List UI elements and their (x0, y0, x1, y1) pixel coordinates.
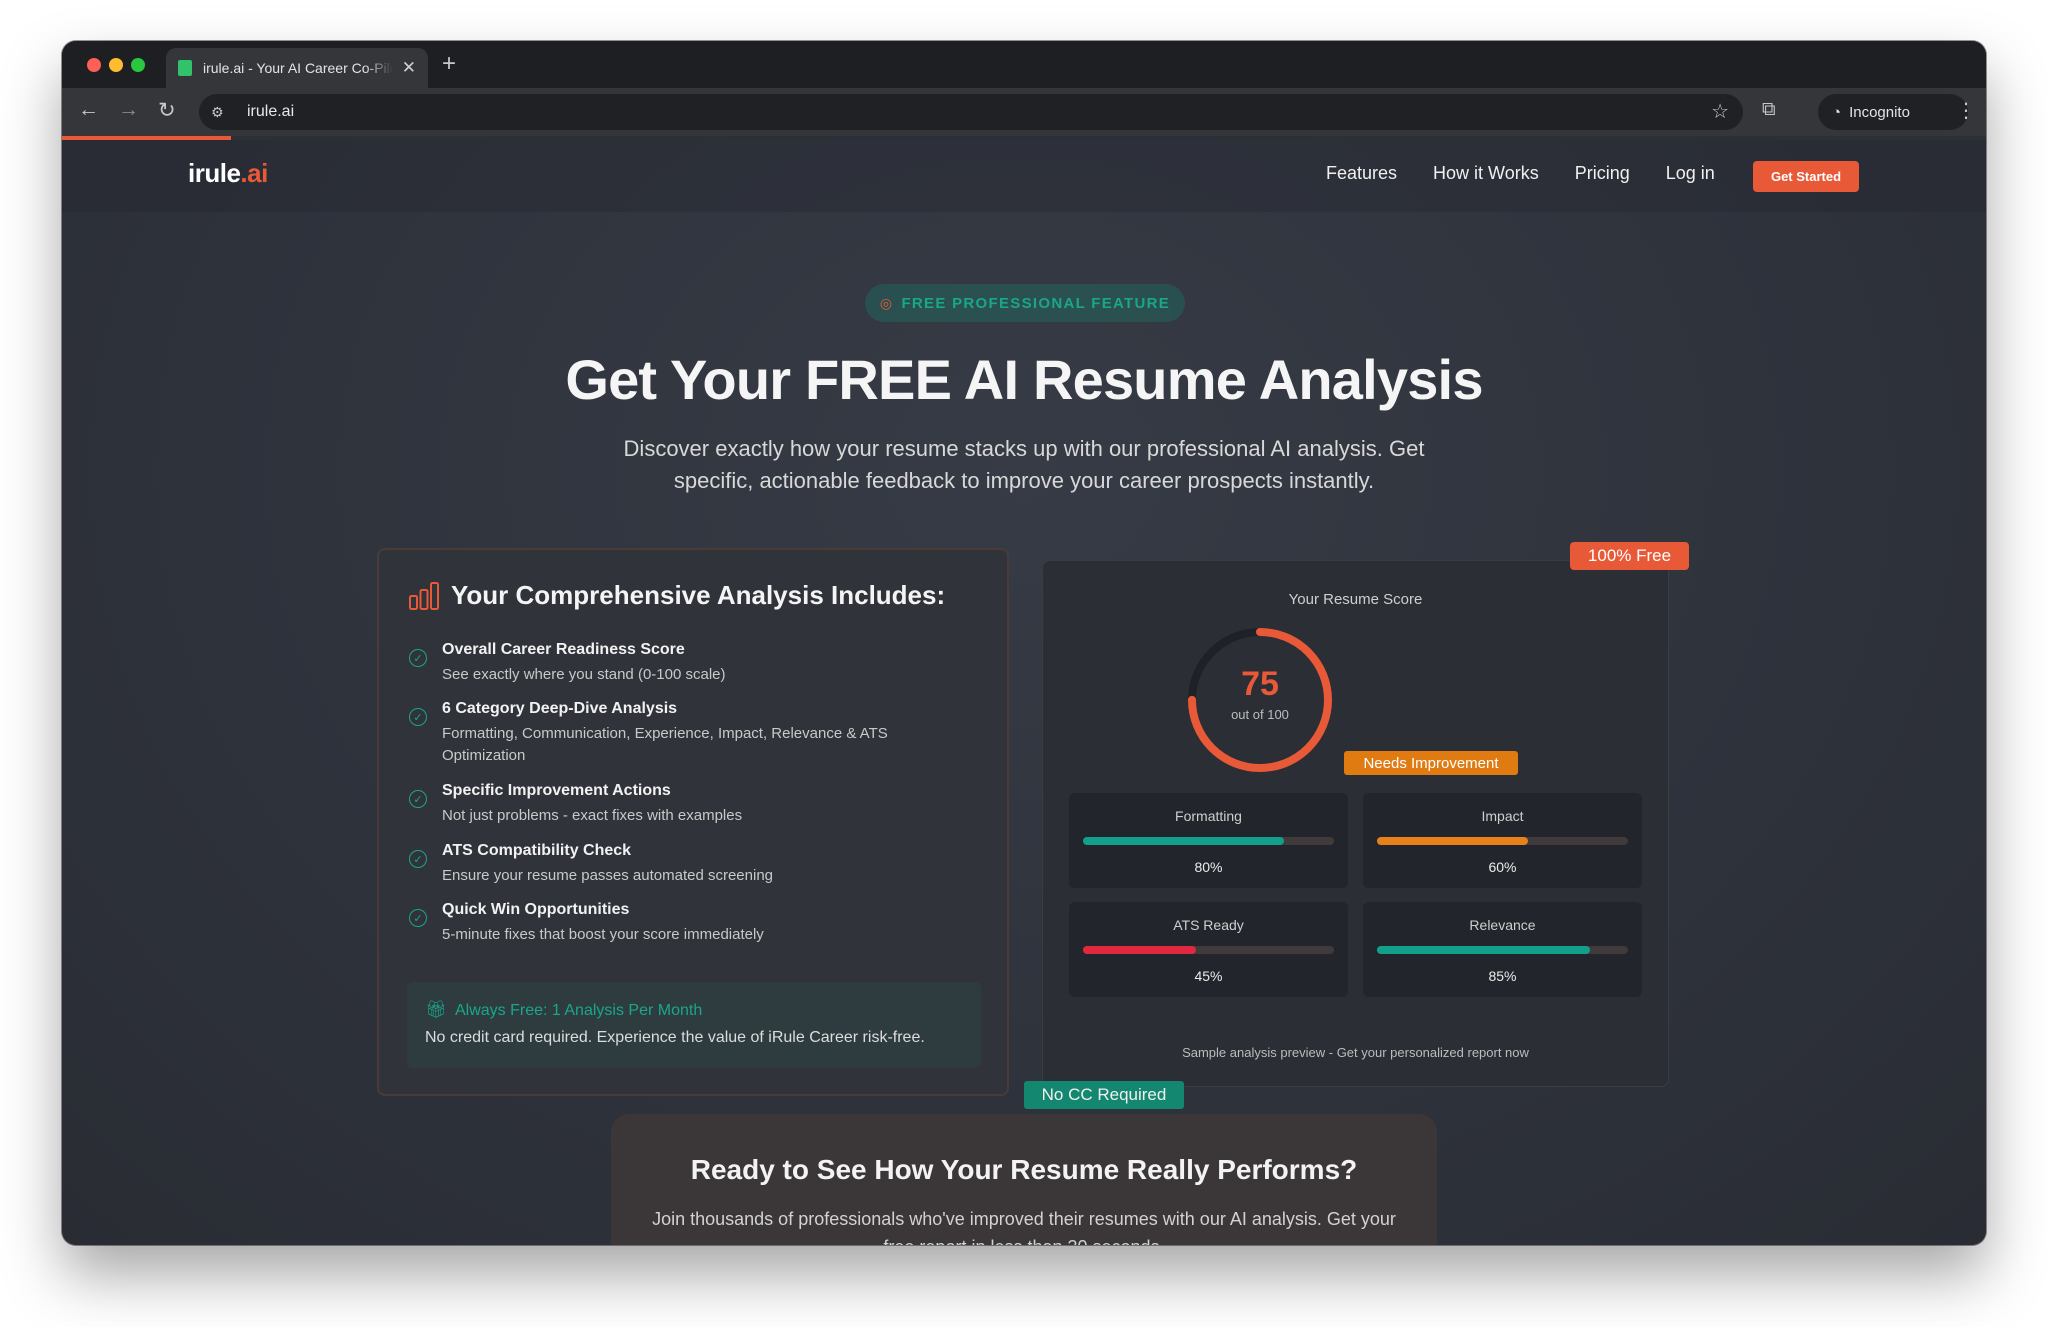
feature-title: 6 Category Deep-Dive Analysis (442, 700, 678, 717)
logo-main: irule (188, 158, 241, 188)
nav-link-how-it-works[interactable]: How it Works (1433, 163, 1539, 184)
score-label: Your Resume Score (1288, 591, 1423, 608)
incognito-label: Incognito (1849, 103, 1910, 121)
metric-fill (1377, 837, 1528, 845)
metric-fill (1083, 837, 1284, 845)
free-desc: No credit card required. Experience the … (425, 1029, 925, 1046)
bar-chart-icon (409, 581, 439, 610)
tab-strip: irule.ai - Your AI Career Co-Pilot ✕ + (62, 41, 1986, 88)
close-window-button[interactable] (87, 58, 101, 72)
metric-label: ATS Ready (1173, 917, 1244, 933)
card-header: Your Comprehensive Analysis Includes: (409, 580, 945, 611)
cast-icon[interactable]: ⧉ (1762, 99, 1776, 121)
feature-desc: Ensure your resume passes automated scre… (442, 867, 774, 884)
check-circle-icon: ✓ (409, 909, 427, 927)
close-icon[interactable]: ✕ (402, 58, 416, 78)
metric-track (1377, 946, 1628, 954)
hero-subtitle: Discover exactly how your resume stacks … (623, 436, 1425, 493)
free-tag: 100% Free (1570, 542, 1689, 570)
browser-toolbar: ← → ↻ ⚙ irule.ai ☆ ⧉ ◔ Incognito ⋮ (62, 88, 1986, 136)
status-badge: Needs Improvement (1344, 751, 1518, 775)
metric-track (1377, 837, 1628, 845)
badge-label: FREE PROFESSIONAL FEATURE (901, 294, 1171, 312)
browser-tab[interactable]: irule.ai - Your AI Career Co-Pilot ✕ (166, 48, 428, 88)
get-started-button[interactable]: Get Started (1753, 161, 1859, 192)
browser-window: irule.ai - Your AI Career Co-Pilot ✕ + ←… (62, 41, 1986, 1245)
url-text[interactable]: irule.ai (247, 103, 294, 121)
metric-fill (1083, 946, 1196, 954)
metric-card-formatting: Formatting 80% (1069, 793, 1348, 888)
score-preview-card: Your Resume Score 75 out of 100 Needs Im… (1042, 560, 1669, 1087)
address-bar[interactable]: ⚙ irule.ai ☆ (199, 94, 1743, 130)
feature-title: Overall Career Readiness Score (442, 641, 685, 658)
sample-note: Sample analysis preview - Get your perso… (1182, 1045, 1529, 1060)
favicon-icon (178, 60, 192, 76)
metric-label: Impact (1481, 808, 1524, 824)
check-circle-icon: ✓ (409, 790, 427, 808)
score-out-of: out of 100 (1231, 707, 1289, 722)
feature-desc: 5-minute fixes that boost your score imm… (442, 926, 764, 943)
metric-track (1083, 837, 1334, 845)
score-value: 75 (1241, 665, 1279, 703)
cta-desc: Join thousands of professionals who've i… (652, 1209, 1396, 1245)
incognito-indicator[interactable]: ◔ Incognito (1818, 94, 1968, 130)
gift-icon: 🎁︎ (425, 1000, 447, 1019)
metric-track (1083, 946, 1334, 954)
free-title: Always Free: 1 Analysis Per Month (455, 1002, 703, 1019)
metric-value: 60% (1488, 859, 1517, 875)
analysis-includes-card: Your Comprehensive Analysis Includes: ✓ … (377, 548, 1009, 1096)
metric-value: 85% (1488, 968, 1517, 984)
feature-badge: ◎ FREE PROFESSIONAL FEATURE (865, 284, 1185, 322)
feature-desc: Formatting, Communication, Experience, I… (442, 725, 888, 764)
page-title: Get Your FREE AI Resume Analysis (565, 348, 1483, 411)
feature-desc: See exactly where you stand (0-100 scale… (442, 666, 726, 683)
nav-links: Features How it Works Pricing Log in (1326, 163, 1715, 184)
feature-title: Specific Improvement Actions (442, 782, 671, 799)
reload-icon[interactable]: ↻ (158, 98, 176, 123)
site-header: irule.ai Features How it Works Pricing L… (62, 140, 1986, 212)
check-circle-icon: ✓ (409, 850, 427, 868)
check-circle-icon: ✓ (409, 649, 427, 667)
feature-title: ATS Compatibility Check (442, 842, 632, 859)
minimize-window-button[interactable] (109, 58, 123, 72)
check-circle-icon: ✓ (409, 708, 427, 726)
nav-link-pricing[interactable]: Pricing (1575, 163, 1630, 184)
web-page: irule.ai Features How it Works Pricing L… (62, 140, 1986, 1245)
target-icon: ◎ (879, 294, 894, 311)
maximize-window-button[interactable] (131, 58, 145, 72)
logo-accent: .ai (240, 158, 268, 188)
card-title: Your Comprehensive Analysis Includes: (451, 580, 946, 610)
nav-link-login[interactable]: Log in (1666, 163, 1715, 184)
cta-title: Ready to See How Your Resume Really Perf… (690, 1154, 1358, 1185)
incognito-icon: ◔ (1832, 103, 1842, 121)
more-icon[interactable]: ⋮ (1956, 98, 1976, 123)
feature-desc: Not just problems - exact fixes with exa… (442, 807, 743, 824)
back-icon[interactable]: ← (78, 98, 99, 122)
nav-link-features[interactable]: Features (1326, 163, 1397, 184)
star-icon[interactable]: ☆ (1711, 99, 1729, 124)
metric-card-relevance: Relevance 85% (1363, 902, 1642, 997)
metric-card-ats-ready: ATS Ready 45% (1069, 902, 1348, 997)
feature-title: Quick Win Opportunities (442, 901, 630, 918)
cta-section: Ready to See How Your Resume Really Perf… (611, 1114, 1437, 1245)
tab-title: irule.ai - Your AI Career Co-Pilot (203, 60, 393, 76)
site-info-icon[interactable]: ⚙ (211, 104, 233, 121)
metric-label: Relevance (1469, 917, 1536, 933)
metric-label: Formatting (1175, 808, 1242, 824)
metric-card-impact: Impact 60% (1363, 793, 1642, 888)
metric-value: 80% (1194, 859, 1223, 875)
always-free-callout: 🎁︎ Always Free: 1 Analysis Per Month No … (407, 982, 981, 1068)
forward-icon[interactable]: → (118, 98, 139, 122)
metric-fill (1377, 946, 1591, 954)
new-tab-icon[interactable]: + (442, 50, 456, 78)
no-cc-tag: No CC Required (1024, 1081, 1184, 1109)
site-logo[interactable]: irule.ai (188, 158, 268, 189)
metric-value: 45% (1194, 968, 1223, 984)
